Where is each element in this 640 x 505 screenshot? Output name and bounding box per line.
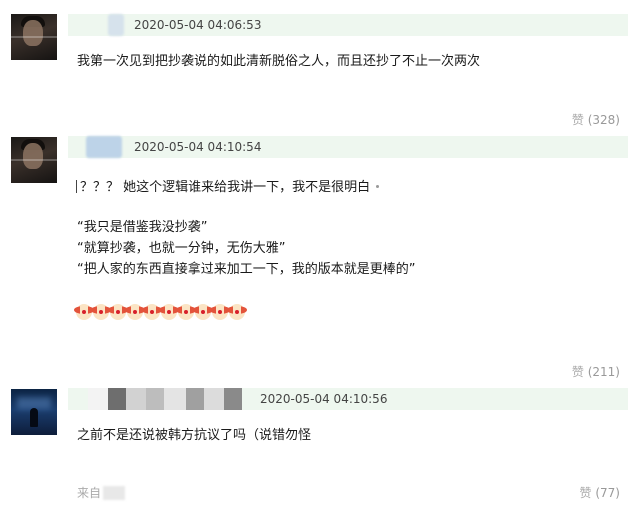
- like-label: 赞: [571, 113, 584, 127]
- clown-face-icon: [125, 304, 145, 320]
- clown-face-icon: [142, 304, 162, 320]
- clown-face-icon: [91, 304, 111, 320]
- clown-face-icon: [74, 304, 94, 320]
- comment-line-2: “我只是借鉴我没抄袭”: [77, 220, 208, 235]
- comment-header: 2020-05-04 04:10:56: [68, 388, 628, 410]
- source-info: 来自: [77, 484, 126, 501]
- comment-text: 我第一次见到把抄袭说的如此清新脱俗之人，而且还抄了不止一次两次: [77, 54, 481, 69]
- emoji-row: [74, 304, 247, 322]
- source-label: 来自: [77, 486, 102, 500]
- comment-line-3: “就算抄袭，也就一分钟，无伤大雅”: [77, 241, 286, 256]
- like-count: (328): [587, 113, 620, 127]
- timestamp: 2020-05-04 04:06:53: [134, 18, 262, 32]
- clown-face-icon: [108, 304, 128, 320]
- timestamp: 2020-05-04 04:10:56: [260, 392, 388, 406]
- avatar[interactable]: [11, 137, 57, 183]
- clown-face-icon: [176, 304, 196, 320]
- like-button[interactable]: 赞 (328): [572, 111, 620, 128]
- avatar[interactable]: [11, 14, 57, 60]
- comment-header: 2020-05-04 04:06:53: [68, 14, 628, 36]
- like-button[interactable]: 赞 (77): [580, 484, 620, 501]
- username-blurred[interactable]: [108, 14, 124, 36]
- like-button[interactable]: 赞 (211): [572, 363, 620, 380]
- stray-mark: [376, 185, 379, 188]
- source-blurred: [103, 486, 126, 500]
- comment-line-1: ？？？ 她这个逻辑谁来给我讲一下，我不是很明白: [76, 180, 370, 196]
- username-blurred[interactable]: [86, 136, 122, 158]
- like-label: 赞: [571, 365, 584, 379]
- clown-face-icon: [227, 304, 247, 320]
- timestamp: 2020-05-04 04:10:54: [134, 140, 262, 154]
- comment-text: 之前不是还说被韩方抗议了吗（说错勿怪: [77, 428, 312, 443]
- text-cursor: [76, 180, 77, 193]
- clown-face-icon: [210, 304, 230, 320]
- like-label: 赞: [579, 486, 592, 500]
- like-count: (77): [595, 486, 620, 500]
- avatar[interactable]: [11, 389, 57, 435]
- clown-face-icon: [193, 304, 213, 320]
- comment-header: 2020-05-04 04:10:54: [68, 136, 628, 158]
- like-count: (211): [587, 365, 620, 379]
- username-pixelated[interactable]: [88, 388, 242, 410]
- comment-line-4: “把人家的东西直接拿过来加工一下，我的版本就是更棒的”: [77, 262, 416, 277]
- clown-face-icon: [159, 304, 179, 320]
